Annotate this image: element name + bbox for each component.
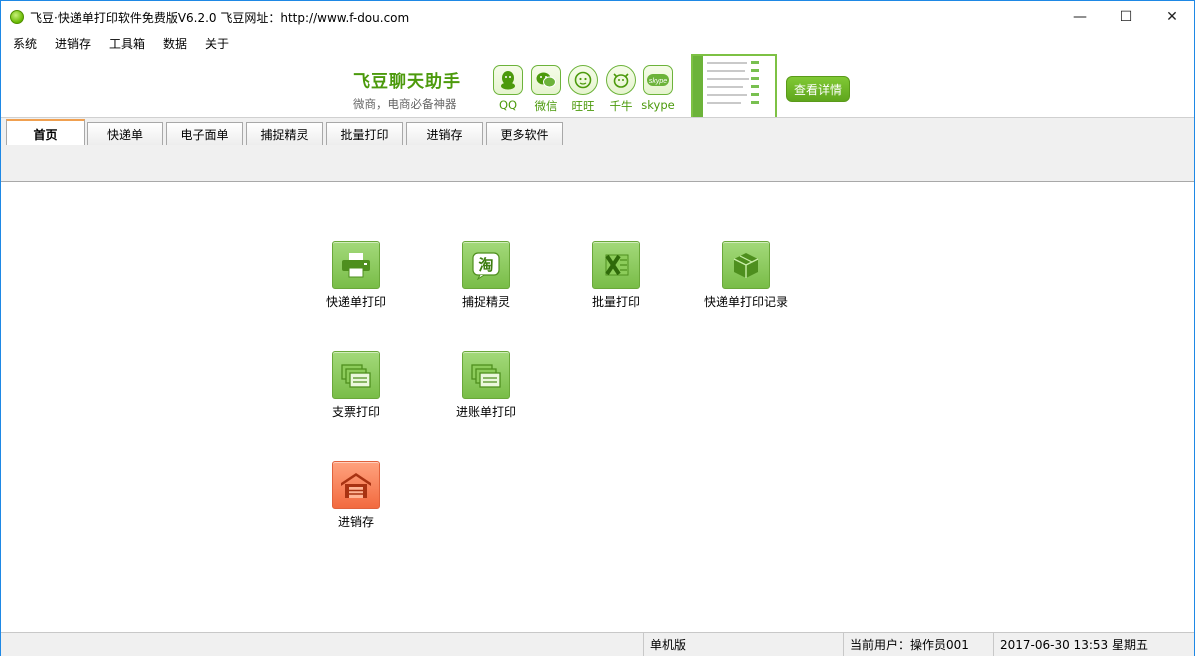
window-title: 飞豆·快递单打印软件免费版V6.2.0 飞豆网址：http://www.f-do… <box>30 11 410 25</box>
banner-app-label: skype <box>641 98 675 112</box>
home-content: 快递单打印 淘 捕捉精灵 批量打印 快递单打印记录 支票打印 进账单打印 进销存 <box>1 182 1194 632</box>
tile-label: 快递单打印记录 <box>703 295 788 309</box>
banner-app-wechat: 微信 <box>529 65 563 114</box>
app-window: 飞豆·快递单打印软件免费版V6.2.0 飞豆网址：http://www.f-do… <box>0 0 1195 656</box>
tile-inventory[interactable]: 进销存 <box>301 461 411 530</box>
promo-screenshot-image <box>691 54 777 119</box>
tile-check-print[interactable]: 支票打印 <box>301 351 411 420</box>
banner-app-qianniu: 千牛 <box>604 65 638 114</box>
minimize-icon: — <box>1073 9 1087 25</box>
status-current-user: 当前用户：操作员001 <box>843 633 993 656</box>
wechat-icon <box>531 65 561 95</box>
documents-icon <box>332 351 380 399</box>
documents-icon <box>462 351 510 399</box>
tab-toolbar-area <box>1 145 1194 182</box>
tile-express-print[interactable]: 快递单打印 <box>301 241 411 310</box>
tile-capture-wizard[interactable]: 淘 捕捉精灵 <box>431 241 541 310</box>
banner-app-wangwang: 旺旺 <box>566 65 600 114</box>
tab-more-software[interactable]: 更多软件 <box>486 122 563 146</box>
wangwang-icon <box>568 65 598 95</box>
banner-app-label: 旺旺 <box>571 99 595 113</box>
svg-text:skype: skype <box>649 78 667 85</box>
qq-icon <box>493 65 523 95</box>
title-bar: 飞豆·快递单打印软件免费版V6.2.0 飞豆网址：http://www.f-do… <box>1 1 1194 33</box>
warehouse-icon <box>332 461 380 509</box>
banner-app-label: QQ <box>498 98 518 112</box>
view-details-button[interactable]: 查看详情 <box>786 76 850 102</box>
banner-app-label: 千牛 <box>609 99 633 113</box>
menu-bar: 系统 进销存 工具箱 数据 关于 <box>1 33 1194 53</box>
menu-system[interactable]: 系统 <box>13 35 37 52</box>
menu-about[interactable]: 关于 <box>205 35 229 52</box>
maximize-icon: ☐ <box>1119 9 1133 25</box>
status-datetime: 2017-06-30 13:53 星期五 <box>993 633 1194 656</box>
banner-app-qq: QQ <box>491 65 525 112</box>
maximize-button[interactable]: ☐ <box>1103 1 1149 33</box>
tile-print-records[interactable]: 快递单打印记录 <box>691 241 801 310</box>
tab-express-bill[interactable]: 快递单 <box>87 122 163 146</box>
status-mode: 单机版 <box>643 633 843 656</box>
tab-e-waybill[interactable]: 电子面单 <box>166 122 243 146</box>
banner-app-skype: skype skype <box>641 65 675 112</box>
banner-title: 飞豆聊天助手 <box>353 72 461 92</box>
tile-label: 批量打印 <box>591 295 640 309</box>
skype-icon: skype <box>643 65 673 95</box>
tile-label: 进销存 <box>337 515 374 529</box>
excel-icon <box>592 241 640 289</box>
minimize-button[interactable]: — <box>1057 1 1103 33</box>
main-tab-bar: 首页 快递单 电子面单 捕捉精灵 批量打印 进销存 更多软件 <box>1 117 1194 148</box>
taobao-icon: 淘 <box>462 241 510 289</box>
banner-subtitle: 微商，电商必备神器 <box>353 97 457 111</box>
menu-inventory[interactable]: 进销存 <box>55 35 91 52</box>
tile-label: 支票打印 <box>331 405 380 419</box>
status-bar: 单机版 当前用户：操作员001 2017-06-30 13:53 星期五 <box>1 632 1194 656</box>
tile-label: 快递单打印 <box>325 295 386 309</box>
package-icon <box>722 241 770 289</box>
tile-label: 进账单打印 <box>455 405 516 419</box>
close-icon: ✕ <box>1166 9 1178 25</box>
tile-label: 捕捉精灵 <box>461 295 510 309</box>
app-logo-icon <box>10 10 24 24</box>
banner-app-label: 微信 <box>534 99 558 113</box>
qianniu-icon <box>606 65 636 95</box>
tile-deposit-slip-print[interactable]: 进账单打印 <box>431 351 541 420</box>
menu-data[interactable]: 数据 <box>163 35 187 52</box>
tab-home[interactable]: 首页 <box>6 119 85 148</box>
tab-batch-print[interactable]: 批量打印 <box>326 122 403 146</box>
close-button[interactable]: ✕ <box>1149 1 1195 33</box>
menu-toolbox[interactable]: 工具箱 <box>109 35 145 52</box>
printer-icon <box>332 241 380 289</box>
svg-text:淘: 淘 <box>477 256 493 274</box>
tile-batch-print[interactable]: 批量打印 <box>561 241 671 310</box>
tab-capture-wizard[interactable]: 捕捉精灵 <box>246 122 323 146</box>
promo-banner[interactable]: 飞豆聊天助手 微商，电商必备神器 QQ 微信 旺旺 千牛 skype skype… <box>1 53 1194 119</box>
tab-inventory[interactable]: 进销存 <box>406 122 483 146</box>
